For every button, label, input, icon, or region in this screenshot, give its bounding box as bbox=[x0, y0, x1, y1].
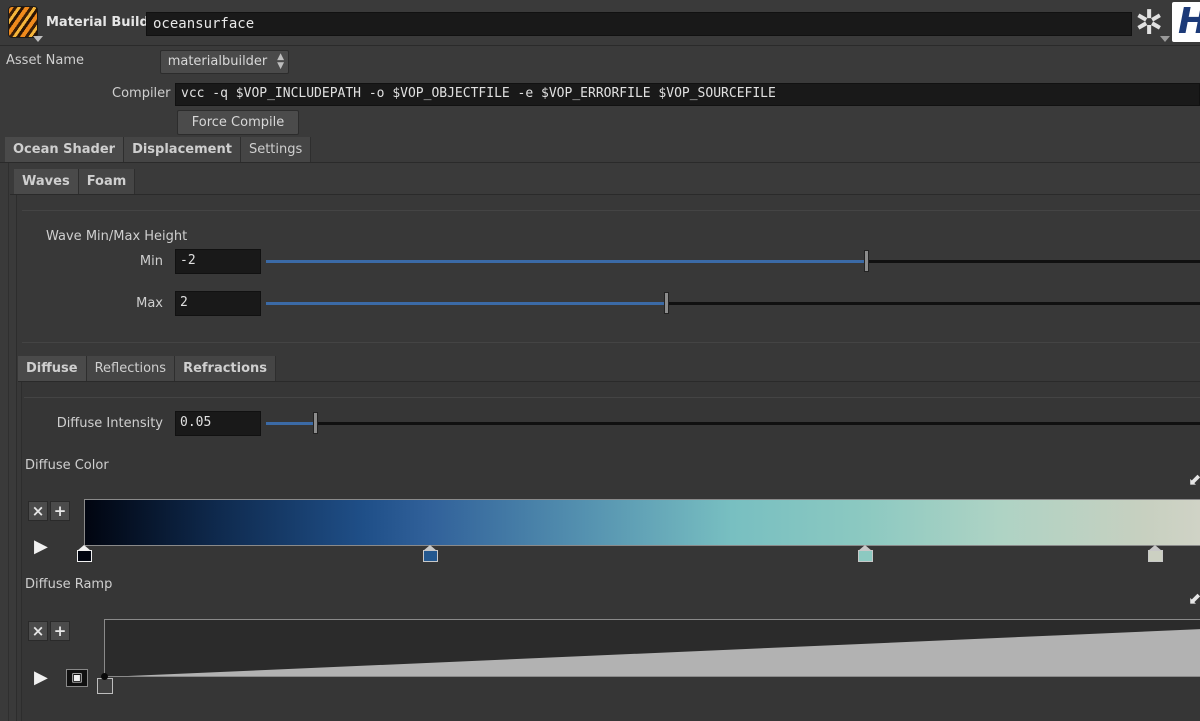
max-slider-fill bbox=[266, 302, 666, 305]
node-name-field[interactable]: oceansurface bbox=[146, 12, 1132, 36]
color-key-marker[interactable] bbox=[77, 545, 92, 562]
diffuse-color-ramp[interactable] bbox=[84, 499, 1200, 546]
ramp-curve bbox=[127, 629, 1200, 676]
play-icon[interactable]: ▶ bbox=[34, 668, 48, 688]
compiler-label: Compiler bbox=[112, 86, 171, 101]
remove-color-key-button[interactable]: × bbox=[28, 501, 48, 521]
tab-reflections[interactable]: Reflections bbox=[86, 356, 176, 382]
expand-arrow-icon[interactable]: ⬋ bbox=[1188, 589, 1200, 608]
diffuse-ramp-editor[interactable] bbox=[104, 619, 1200, 677]
min-label: Min bbox=[139, 254, 163, 269]
remove-ramp-key-button[interactable]: × bbox=[28, 621, 48, 641]
diffuse-intensity-field[interactable]: 0.05 bbox=[175, 411, 261, 436]
max-field[interactable]: 2 bbox=[175, 291, 261, 316]
asset-name-select[interactable]: materialbuilder ▲ ▼ bbox=[160, 50, 289, 74]
separator bbox=[22, 342, 1200, 343]
diffuse-intensity-slider-fill bbox=[266, 422, 315, 425]
max-slider-handle[interactable] bbox=[664, 292, 669, 314]
separator bbox=[22, 210, 1200, 211]
houdini-logo[interactable]: H bbox=[1172, 2, 1200, 42]
max-label: Max bbox=[136, 296, 163, 311]
asset-name-label: Asset Name bbox=[6, 53, 85, 68]
gear-icon[interactable]: ✲ bbox=[1135, 6, 1164, 40]
tab-displacement[interactable]: Displacement bbox=[124, 137, 241, 163]
diffuse-intensity-slider-track[interactable] bbox=[266, 422, 1200, 425]
force-compile-button[interactable]: Force Compile bbox=[177, 110, 299, 135]
compiler-field[interactable]: vcc -q $VOP_INCLUDEPATH -o $VOP_OBJECTFI… bbox=[175, 83, 1200, 106]
ramp-key-point[interactable] bbox=[101, 673, 108, 680]
color-key-marker[interactable] bbox=[1148, 545, 1163, 562]
tab-settings[interactable]: Settings bbox=[240, 137, 312, 163]
color-key-marker[interactable] bbox=[423, 545, 438, 562]
shading-tab-bar: Diffuse Reflections Refractions bbox=[18, 356, 277, 382]
play-icon[interactable]: ▶ bbox=[34, 537, 48, 557]
node-menu-caret-icon[interactable] bbox=[33, 36, 43, 42]
tab-foam[interactable]: Foam bbox=[78, 169, 136, 195]
color-key-marker[interactable] bbox=[858, 545, 873, 562]
min-slider-fill bbox=[266, 260, 866, 263]
ramp-fill-shape bbox=[127, 629, 1200, 676]
ramp-key-marker[interactable] bbox=[97, 678, 113, 694]
tab-ocean-shader[interactable]: Ocean Shader bbox=[5, 137, 125, 163]
add-ramp-key-button[interactable]: + bbox=[50, 621, 70, 641]
interpolation-menu-icon[interactable]: ▣ bbox=[66, 669, 88, 687]
material-builder-node-icon[interactable] bbox=[8, 6, 38, 38]
diffuse-intensity-label: Diffuse Intensity bbox=[56, 416, 163, 431]
min-field[interactable]: -2 bbox=[175, 249, 261, 274]
tab-waves[interactable]: Waves bbox=[14, 169, 79, 195]
tab-diffuse[interactable]: Diffuse bbox=[18, 356, 87, 382]
asset-name-value: materialbuilder bbox=[167, 54, 268, 69]
diffuse-color-label: Diffuse Color bbox=[25, 458, 109, 473]
sub-tab-bar: Waves Foam bbox=[14, 169, 136, 195]
main-tab-bar: Ocean Shader Displacement Settings bbox=[5, 137, 312, 163]
diffuse-intensity-slider-handle[interactable] bbox=[313, 412, 318, 434]
diffuse-ramp-label: Diffuse Ramp bbox=[25, 577, 113, 592]
gear-menu-caret-icon[interactable] bbox=[1160, 36, 1170, 42]
add-color-key-button[interactable]: + bbox=[50, 501, 70, 521]
updown-arrows-icon: ▲ ▼ bbox=[277, 52, 284, 71]
tab-refractions[interactable]: Refractions bbox=[175, 356, 277, 382]
min-slider-handle[interactable] bbox=[864, 250, 869, 272]
wave-minmax-label: Wave Min/Max Height bbox=[46, 229, 188, 244]
expand-arrow-icon[interactable]: ⬋ bbox=[1188, 470, 1200, 489]
separator bbox=[24, 397, 1200, 398]
